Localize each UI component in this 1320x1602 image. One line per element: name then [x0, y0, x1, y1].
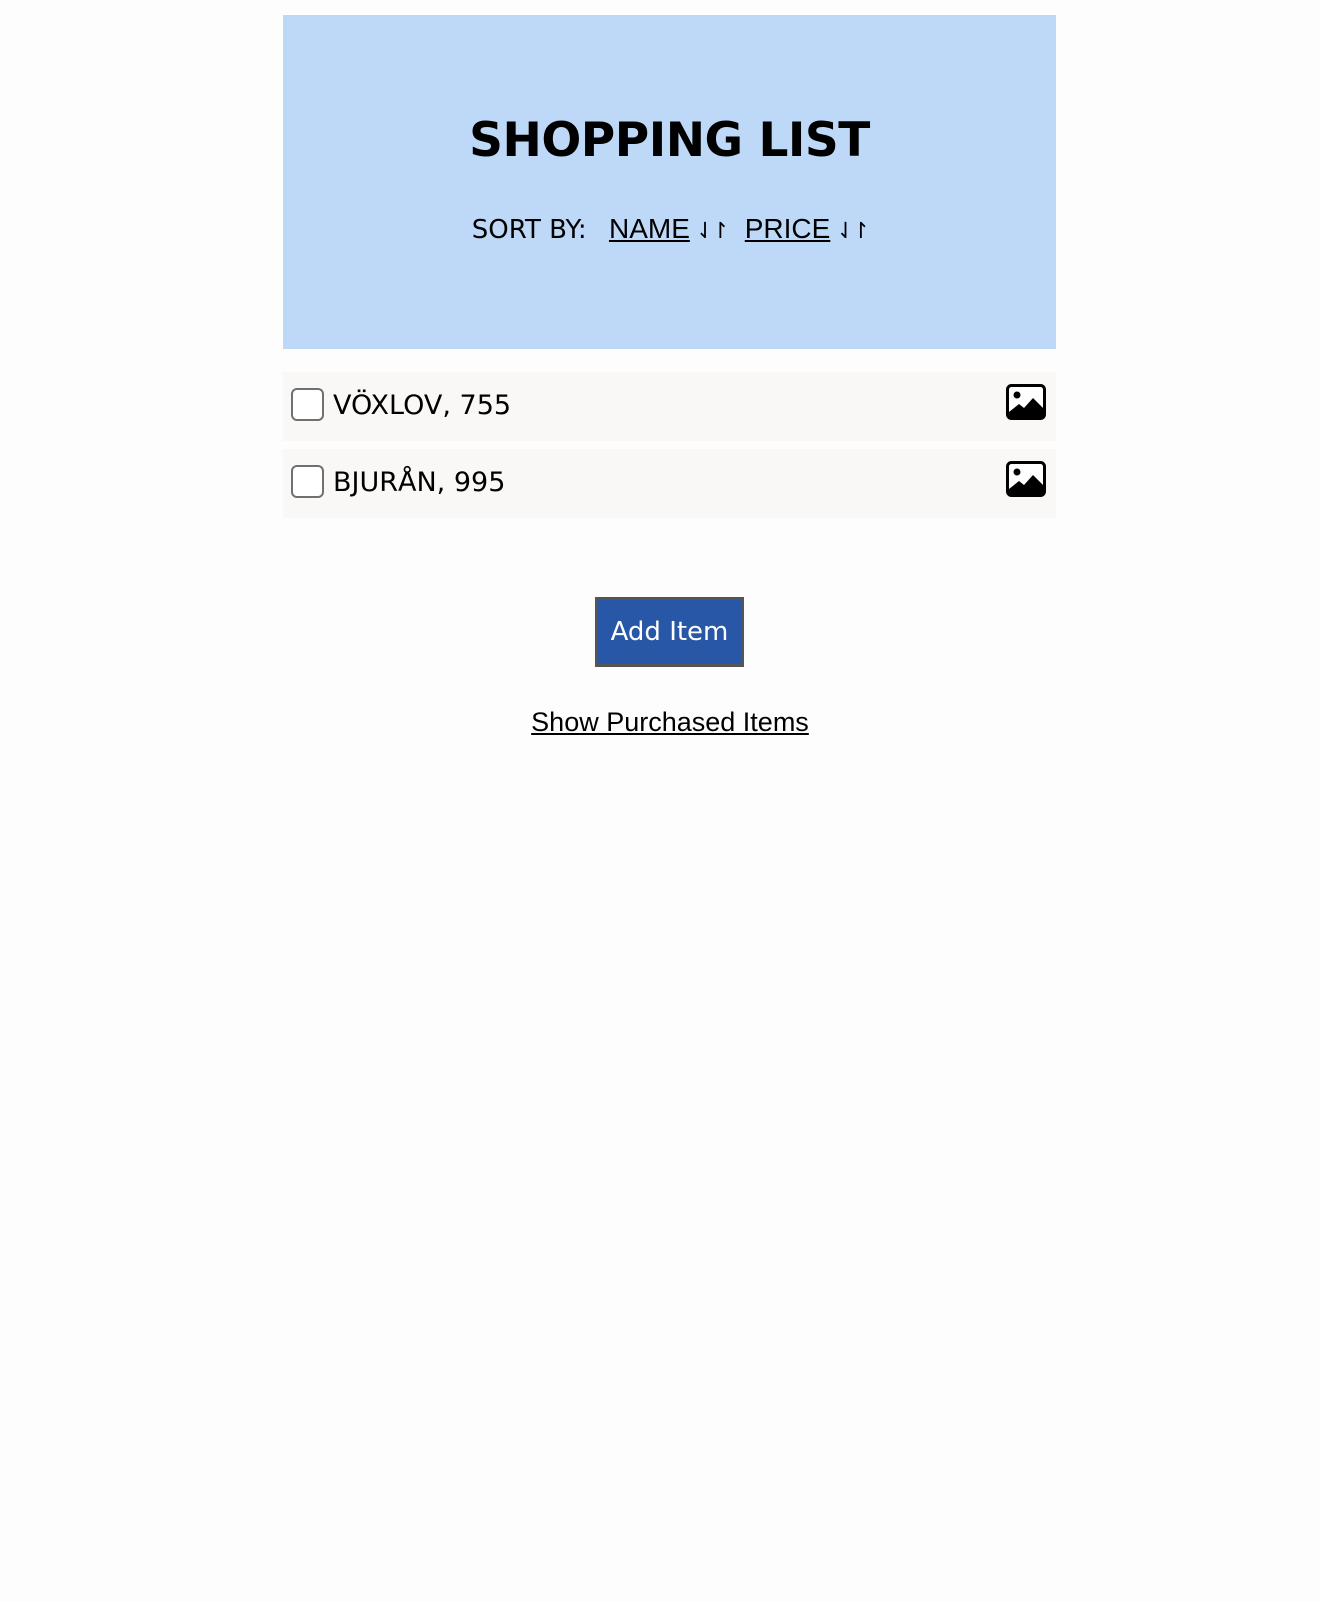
image-icon[interactable]: [1006, 384, 1046, 420]
sort-by-price-control[interactable]: PRICE ⇃↾: [745, 213, 870, 245]
shopping-list-page: SHOPPING LIST SORT BY: NAME ⇃↾ PRICE ⇃↾ VÖX…: [0, 0, 1320, 1602]
show-purchased-link[interactable]: Show Purchased Items: [531, 707, 809, 737]
sort-by-price-link[interactable]: PRICE: [745, 213, 831, 244]
item-checkbox[interactable]: [291, 388, 324, 421]
sort-arrows-icon[interactable]: ⇃↾: [696, 212, 730, 252]
list-item: BJURÅN, 995: [283, 449, 1056, 518]
show-purchased-row: Show Purchased Items: [0, 704, 1320, 740]
item-label: BJURÅN, 995: [333, 467, 506, 498]
sort-arrows-icon[interactable]: ⇃↾: [836, 212, 870, 252]
add-item-button[interactable]: Add Item: [595, 597, 744, 667]
sort-by-name-control[interactable]: NAME ⇃↾: [609, 213, 730, 245]
item-checkbox[interactable]: [291, 465, 324, 498]
item-label: VÖXLOV, 755: [333, 390, 512, 421]
image-icon[interactable]: [1006, 461, 1046, 497]
sort-by-name-link[interactable]: NAME: [609, 213, 690, 244]
sort-bar: SORT BY: NAME ⇃↾ PRICE ⇃↾: [283, 209, 1056, 252]
list-item: VÖXLOV, 755: [283, 372, 1056, 441]
sort-label: SORT BY:: [471, 215, 587, 245]
page-title: SHOPPING LIST: [469, 113, 870, 168]
header-panel: SHOPPING LIST SORT BY: NAME ⇃↾ PRICE ⇃↾: [283, 15, 1056, 349]
